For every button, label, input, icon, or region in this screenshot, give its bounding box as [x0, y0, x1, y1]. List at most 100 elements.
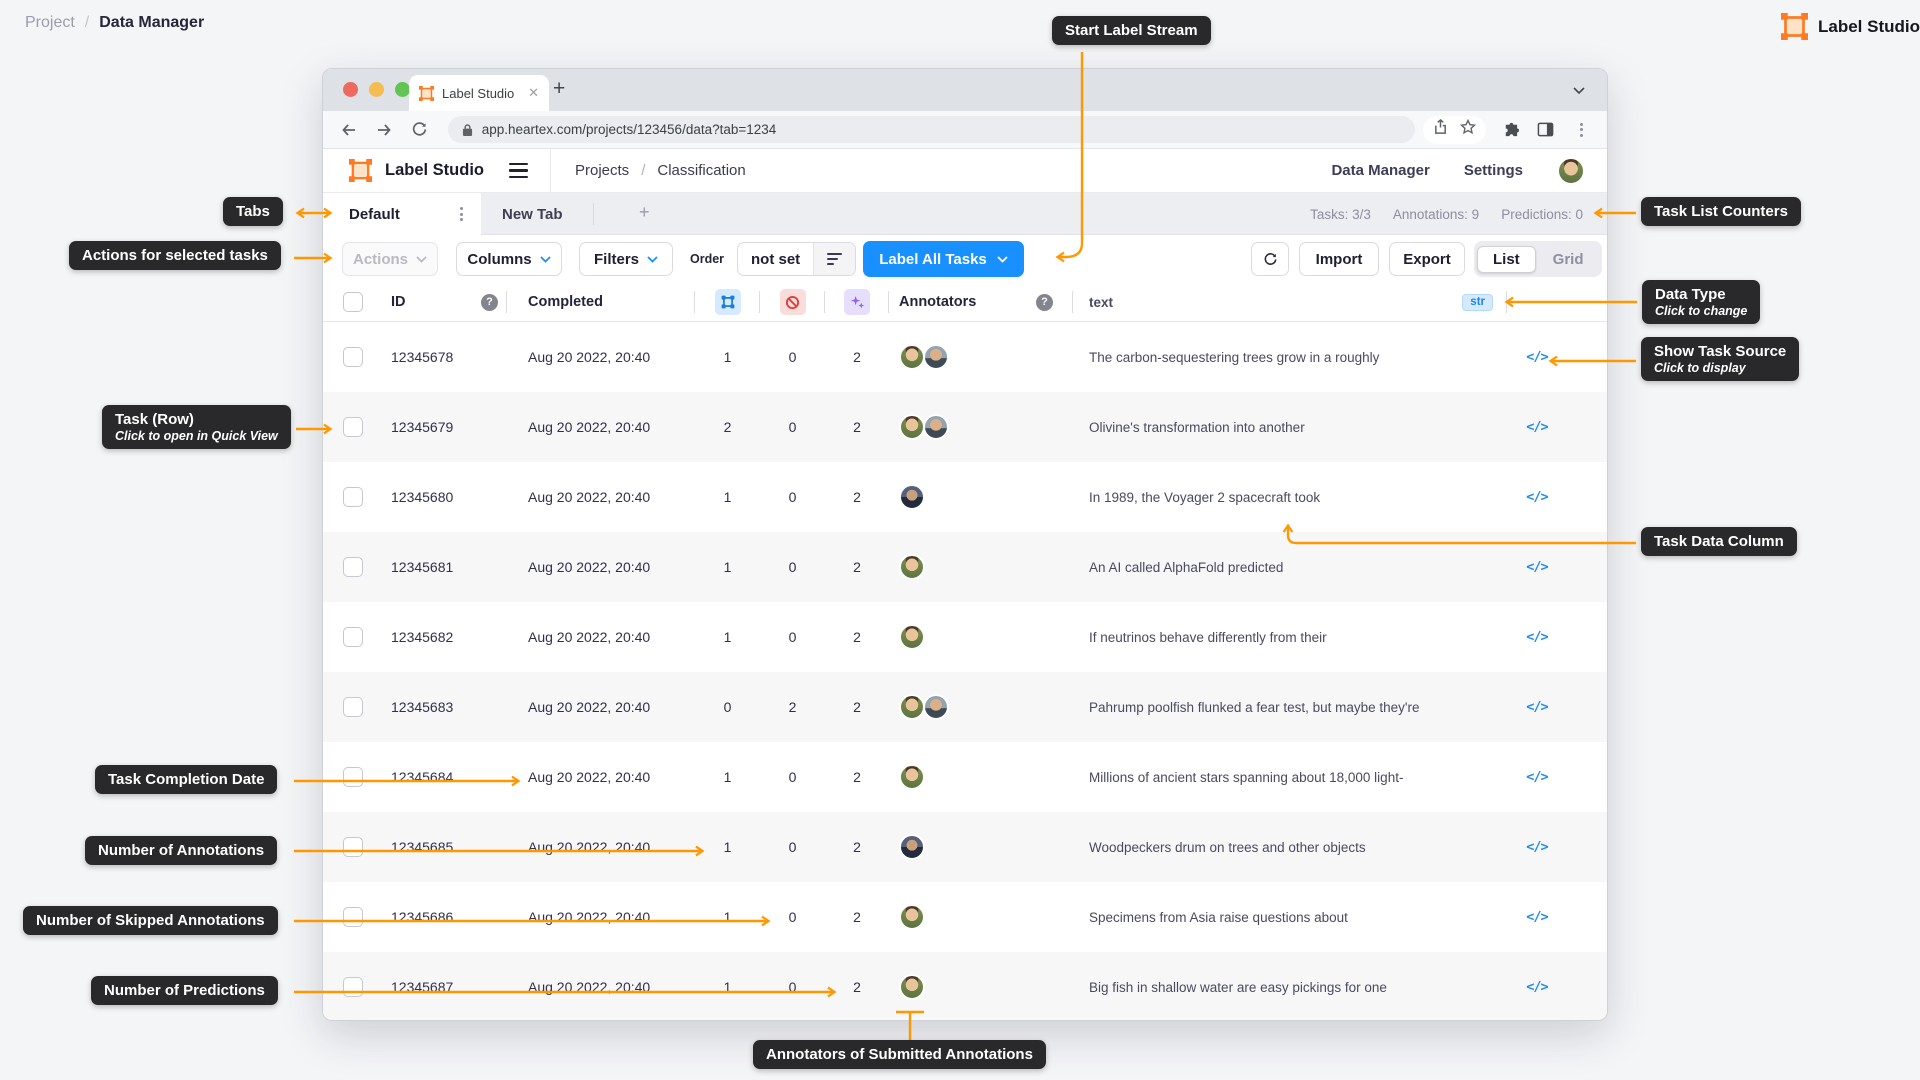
export-button[interactable]: Export — [1389, 242, 1465, 276]
table-row[interactable]: 12345681 Aug 20 2022, 20:40 1 0 2 An AI … — [323, 532, 1607, 602]
breadcrumb-projects[interactable]: Projects — [575, 162, 629, 179]
annotator-avatar[interactable] — [899, 834, 925, 860]
show-source-icon[interactable]: </> — [1526, 909, 1548, 925]
extensions-icon[interactable] — [1498, 118, 1522, 142]
show-source-icon[interactable]: </> — [1526, 559, 1548, 575]
row-checkbox[interactable] — [343, 487, 363, 507]
bookmark-star-icon[interactable] — [1460, 118, 1477, 140]
close-window-button[interactable] — [343, 82, 358, 97]
list-view-button[interactable]: List — [1477, 245, 1536, 273]
annotator-avatars — [899, 624, 925, 650]
tab-search-chevron-icon[interactable] — [1573, 82, 1585, 100]
annotator-avatar[interactable] — [899, 764, 925, 790]
row-checkbox[interactable] — [343, 347, 363, 367]
column-annotators-label[interactable]: Annotators — [899, 294, 976, 310]
nav-data-manager[interactable]: Data Manager — [1331, 162, 1429, 179]
row-checkbox[interactable] — [343, 627, 363, 647]
order-control[interactable]: not set — [737, 242, 857, 276]
add-view-tab-icon[interactable]: + — [639, 202, 650, 223]
column-completed-label[interactable]: Completed — [528, 294, 603, 310]
tab-default[interactable]: Default — [323, 193, 481, 235]
annotator-avatar[interactable] — [923, 344, 949, 370]
annotator-avatars — [899, 484, 925, 510]
row-checkbox[interactable] — [343, 697, 363, 717]
sort-direction-button[interactable] — [813, 243, 856, 275]
back-icon[interactable] — [337, 118, 361, 142]
column-id-label[interactable]: ID — [391, 294, 406, 310]
annotator-avatar[interactable] — [899, 624, 925, 650]
annotator-avatar[interactable] — [899, 694, 925, 720]
reload-icon[interactable] — [408, 118, 432, 142]
row-checkbox[interactable] — [343, 557, 363, 577]
table-row[interactable]: 12345680 Aug 20 2022, 20:40 1 0 2 In 198… — [323, 462, 1607, 532]
row-checkbox[interactable] — [343, 977, 363, 997]
column-text-label[interactable]: text — [1089, 295, 1113, 310]
actions-button[interactable]: Actions — [342, 242, 438, 276]
annotator-avatar[interactable] — [899, 554, 925, 580]
annotations-column-icon[interactable] — [714, 289, 741, 315]
show-source-icon[interactable]: </> — [1526, 489, 1548, 505]
task-id: 12345678 — [391, 349, 454, 365]
annotator-avatar[interactable] — [899, 904, 925, 930]
show-source-icon[interactable]: </> — [1526, 979, 1548, 995]
browser-tab-strip: Label Studio ✕ + — [323, 69, 1607, 111]
user-avatar[interactable] — [1557, 156, 1585, 185]
predictions-column-icon[interactable] — [844, 289, 870, 315]
show-source-icon[interactable]: </> — [1526, 629, 1548, 645]
share-icon[interactable] — [1433, 118, 1448, 140]
data-type-badge[interactable]: str — [1462, 293, 1493, 311]
annotator-avatar[interactable] — [923, 414, 949, 440]
table-row[interactable]: 12345682 Aug 20 2022, 20:40 1 0 2 If neu… — [323, 602, 1607, 672]
import-button[interactable]: Import — [1299, 242, 1379, 276]
breadcrumb-separator: / — [641, 162, 646, 179]
table-row[interactable]: 12345686 Aug 20 2022, 20:40 1 0 2 Specim… — [323, 882, 1607, 952]
nav-settings[interactable]: Settings — [1464, 162, 1523, 179]
table-row[interactable]: 12345683 Aug 20 2022, 20:40 0 2 2 Pahrum… — [323, 672, 1607, 742]
hamburger-menu-icon[interactable] — [509, 162, 528, 179]
select-all-checkbox[interactable] — [343, 292, 363, 312]
table-row[interactable]: 12345685 Aug 20 2022, 20:40 1 0 2 Woodpe… — [323, 812, 1607, 882]
show-source-icon[interactable]: </> — [1526, 769, 1548, 785]
browser-menu-icon[interactable] — [1569, 118, 1593, 142]
new-tab-icon[interactable]: + — [553, 77, 565, 101]
minimize-window-button[interactable] — [369, 82, 384, 97]
tab-new-tab[interactable]: New Tab — [481, 193, 593, 235]
row-checkbox[interactable] — [343, 907, 363, 927]
table-row[interactable]: 12345678 Aug 20 2022, 20:40 1 0 2 The ca… — [323, 322, 1607, 392]
table-row[interactable]: 12345684 Aug 20 2022, 20:40 1 0 2 Millio… — [323, 742, 1607, 812]
refresh-button[interactable] — [1251, 242, 1289, 276]
skipped-column-icon[interactable] — [779, 289, 806, 315]
tab-close-icon[interactable]: ✕ — [528, 85, 539, 101]
show-source-icon[interactable]: </> — [1526, 349, 1548, 365]
annotator-avatar[interactable] — [899, 484, 925, 510]
app-logo-text[interactable]: Label Studio — [385, 161, 484, 180]
predictions-counter: Predictions: 0 — [1501, 206, 1583, 222]
row-checkbox[interactable] — [343, 837, 363, 857]
annotator-avatar[interactable] — [923, 694, 949, 720]
side-panel-icon[interactable] — [1534, 118, 1558, 142]
table-row[interactable]: 12345687 Aug 20 2022, 20:40 1 0 2 Big fi… — [323, 952, 1607, 1020]
annotations-count: 1 — [723, 909, 732, 925]
table-row[interactable]: 12345679 Aug 20 2022, 20:40 2 0 2 Olivin… — [323, 392, 1607, 462]
annotator-avatars — [899, 764, 925, 790]
help-icon[interactable] — [1036, 293, 1053, 311]
show-source-icon[interactable]: </> — [1526, 699, 1548, 715]
browser-tab[interactable]: Label Studio ✕ — [409, 75, 549, 111]
maximize-window-button[interactable] — [395, 82, 410, 97]
breadcrumb-project[interactable]: Project — [25, 14, 75, 32]
columns-button[interactable]: Columns — [456, 242, 562, 276]
row-checkbox[interactable] — [343, 767, 363, 787]
annotator-avatar[interactable] — [899, 974, 925, 1000]
forward-icon[interactable] — [373, 118, 397, 142]
label-all-tasks-button[interactable]: Label All Tasks — [863, 241, 1024, 277]
address-bar[interactable]: app.heartex.com/projects/123456/data?tab… — [447, 116, 1416, 143]
annotator-avatar[interactable] — [899, 344, 925, 370]
filters-button[interactable]: Filters — [579, 242, 673, 276]
tab-options-icon[interactable] — [460, 207, 463, 221]
grid-view-button[interactable]: Grid — [1538, 247, 1599, 272]
help-icon[interactable] — [481, 293, 498, 311]
show-source-icon[interactable]: </> — [1526, 839, 1548, 855]
row-checkbox[interactable] — [343, 417, 363, 437]
show-source-icon[interactable]: </> — [1526, 419, 1548, 435]
annotator-avatar[interactable] — [899, 414, 925, 440]
